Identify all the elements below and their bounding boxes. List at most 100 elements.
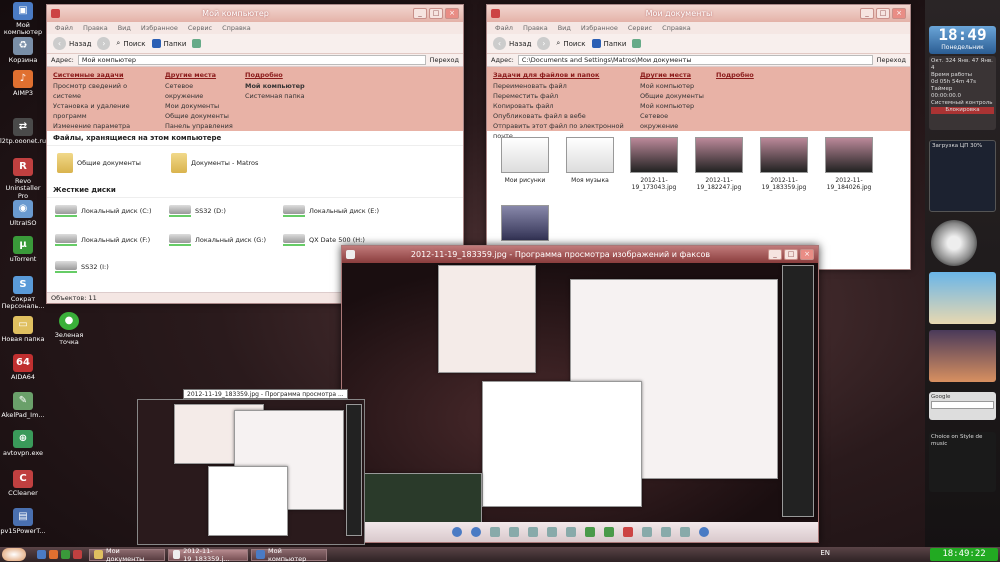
menu-view[interactable]: Вид	[558, 24, 571, 32]
task-link[interactable]: Изменение параметра	[53, 121, 153, 131]
zoom-out-icon[interactable]	[565, 527, 576, 537]
menu-help[interactable]: Справка	[662, 24, 691, 32]
desktop-icon-aida64[interactable]: 64 AIDA64	[0, 354, 46, 381]
close-button[interactable]: ×	[445, 8, 459, 19]
desktop-icon-my-computer[interactable]: ▣ Мой компьютер	[0, 2, 46, 37]
slideshow-icon[interactable]	[527, 527, 538, 537]
quicklaunch-icon[interactable]	[61, 550, 70, 559]
taskbar-preview[interactable]	[137, 399, 365, 545]
best-fit-icon[interactable]	[489, 527, 500, 537]
next-icon[interactable]	[470, 527, 481, 537]
close-button[interactable]: ×	[800, 249, 814, 260]
image-file[interactable]: 2012-11-19_173043.jpg	[623, 137, 685, 191]
rotate-cw-icon[interactable]	[584, 527, 595, 537]
folder-shared-docs[interactable]: Общие документы	[57, 153, 141, 173]
place-link[interactable]: Общие документы	[640, 91, 704, 101]
desktop-icon-akelpad[interactable]: ✎ AkelPad_Im...	[0, 392, 46, 419]
folders-button[interactable]: Папки	[151, 39, 186, 48]
address-input[interactable]: Мой компьютер	[77, 55, 426, 65]
search-button[interactable]: ⌕ Поиск	[556, 39, 585, 48]
views-button[interactable]	[632, 39, 642, 48]
image-file[interactable]: 2012-11-19_184026.jpg	[818, 137, 880, 191]
address-input[interactable]: C:\Documents and Settings\Matros\Мои док…	[517, 55, 873, 65]
folder-my-pictures[interactable]: Мои рисунки	[495, 137, 555, 184]
place-link[interactable]: Мои документы	[165, 101, 233, 111]
zoom-in-icon[interactable]	[546, 527, 557, 537]
desktop-icon-new-folder[interactable]: ▭ Новая папка	[0, 316, 46, 343]
photo-gadget-ship[interactable]	[929, 330, 996, 382]
edit-icon[interactable]	[679, 527, 690, 537]
desktop-icon-green-dot[interactable]: ● Зеленая точка	[46, 312, 92, 347]
search-button[interactable]: ⌕ Поиск	[116, 39, 145, 48]
menu-edit[interactable]: Правка	[523, 24, 548, 32]
taskbar-item[interactable]: Мои документы	[89, 547, 165, 562]
previous-icon[interactable]	[451, 527, 462, 537]
task-link[interactable]: Копировать файл	[493, 101, 628, 111]
menu-tools[interactable]: Сервис	[628, 24, 652, 32]
actual-size-icon[interactable]	[508, 527, 519, 537]
go-button[interactable]: Переход	[877, 56, 906, 64]
drive-item[interactable]: SS32 (D:)	[169, 205, 226, 217]
block-button[interactable]: Блокировка	[931, 107, 994, 114]
menu-favorites[interactable]: Избранное	[141, 24, 178, 32]
save-icon[interactable]	[660, 527, 671, 537]
place-link[interactable]: Сетевое окружение	[640, 111, 704, 131]
desktop-icon-socrat[interactable]: S Сократ Персональ...	[0, 276, 46, 311]
back-button[interactable]: ‹ Назад	[493, 37, 531, 50]
menu-view[interactable]: Вид	[118, 24, 131, 32]
desktop-icon-recycle-bin[interactable]: ♻ Корзина	[0, 37, 46, 64]
desktop-icon-revo[interactable]: R Revo Uninstaller Pro	[0, 158, 46, 200]
google-search-input[interactable]	[931, 401, 994, 409]
close-button[interactable]: ×	[892, 8, 906, 19]
taskbar-item[interactable]: 2012-11-19_183359.j...	[168, 547, 248, 562]
minimize-button[interactable]: _	[413, 8, 427, 19]
forward-button[interactable]: ›	[97, 37, 111, 50]
help-icon[interactable]	[698, 527, 709, 537]
image-file[interactable]	[495, 205, 555, 245]
language-indicator[interactable]: EN	[820, 549, 830, 557]
drive-item[interactable]: Локальный диск (C:)	[55, 205, 152, 217]
task-link[interactable]: Переместить файл	[493, 91, 628, 101]
desktop-icon-ccleaner[interactable]: C CCleaner	[0, 470, 46, 497]
print-icon[interactable]	[641, 527, 652, 537]
start-button[interactable]	[2, 548, 26, 561]
taskbar-item[interactable]: Мой компьютер	[251, 547, 327, 562]
task-link[interactable]: Переименовать файл	[493, 81, 628, 91]
back-button[interactable]: ‹ Назад	[53, 37, 91, 50]
delete-icon[interactable]	[622, 527, 633, 537]
menu-favorites[interactable]: Избранное	[581, 24, 618, 32]
menu-help[interactable]: Справка	[222, 24, 251, 32]
desktop-icon-ultraiso[interactable]: ◉ UltraISO	[0, 200, 46, 227]
desktop-icon-aimp3[interactable]: ♪ AIMP3	[0, 70, 46, 97]
drive-item[interactable]: Локальный диск (G:)	[169, 234, 266, 246]
drive-item[interactable]: Локальный диск (F:)	[55, 234, 150, 246]
rotate-ccw-icon[interactable]	[603, 527, 614, 537]
drive-item[interactable]: SS32 (I:)	[55, 261, 109, 273]
taskbar-clock[interactable]: 18:49:22	[930, 548, 998, 561]
folder-my-music[interactable]: Моя музыка	[560, 137, 620, 184]
photo-gadget-beach[interactable]	[929, 272, 996, 324]
image-file[interactable]: 2012-11-19_183359.jpg	[753, 137, 815, 191]
quicklaunch-icon[interactable]	[37, 550, 46, 559]
minimize-button[interactable]: _	[768, 249, 782, 260]
menu-edit[interactable]: Правка	[83, 24, 108, 32]
minimize-button[interactable]: _	[860, 8, 874, 19]
forward-button[interactable]: ›	[537, 37, 551, 50]
desktop-icon-powertoys[interactable]: ▤ pv15PowerT...	[0, 508, 46, 535]
maximize-button[interactable]: □	[429, 8, 443, 19]
maximize-button[interactable]: □	[876, 8, 890, 19]
folders-button[interactable]: Папки	[591, 39, 626, 48]
image-file[interactable]: 2012-11-19_182247.jpg	[688, 137, 750, 191]
menu-tools[interactable]: Сервис	[188, 24, 212, 32]
place-link[interactable]: Мой компьютер	[640, 81, 704, 91]
place-link[interactable]: Сетевое окружение	[165, 81, 233, 101]
title-bar[interactable]: 2012-11-19_183359.jpg - Программа просмо…	[342, 246, 818, 263]
title-bar[interactable]: Мой компьютер _ □ ×	[47, 5, 463, 22]
place-link[interactable]: Панель управления	[165, 121, 233, 131]
task-link[interactable]: Опубликовать файл в вебе	[493, 111, 628, 121]
title-bar[interactable]: Мои документы _ □ ×	[487, 5, 910, 22]
desktop-icon-utorrent[interactable]: µ uTorrent	[0, 236, 46, 263]
image-canvas[interactable]	[342, 263, 818, 522]
menu-file[interactable]: Файл	[55, 24, 73, 32]
task-link[interactable]: Установка и удаление программ	[53, 101, 153, 121]
